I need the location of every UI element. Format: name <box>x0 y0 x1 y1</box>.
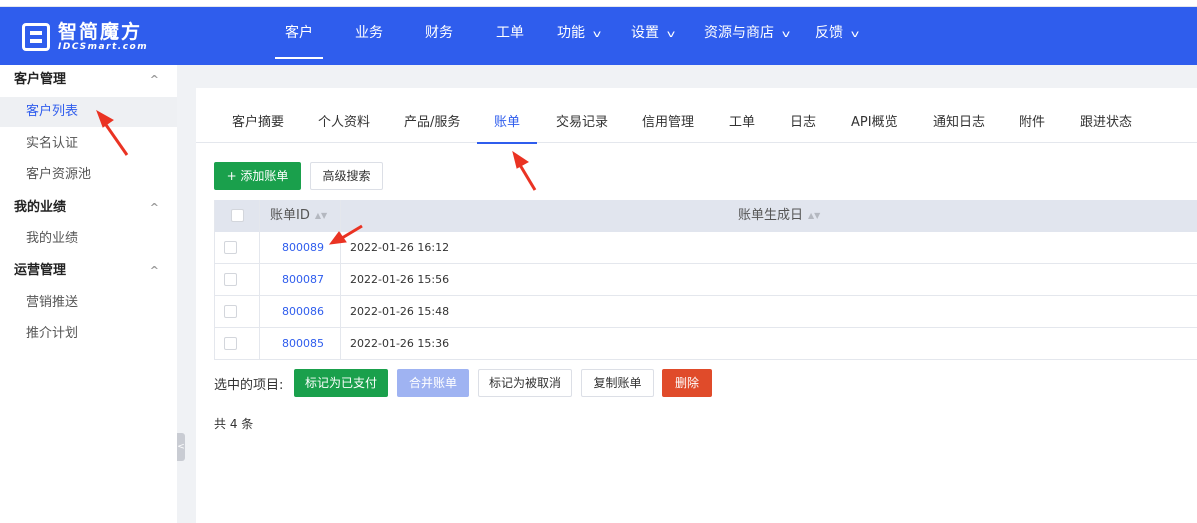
annotation-arrows <box>96 109 537 245</box>
annotation-arrow-sidebar <box>102 121 129 156</box>
arrow-head-icon <box>328 231 347 245</box>
arrow-head-icon <box>96 109 114 128</box>
annotation-arrow-row <box>341 224 363 240</box>
arrow-head-icon <box>512 150 529 169</box>
annotation-arrow-tab <box>518 164 537 191</box>
